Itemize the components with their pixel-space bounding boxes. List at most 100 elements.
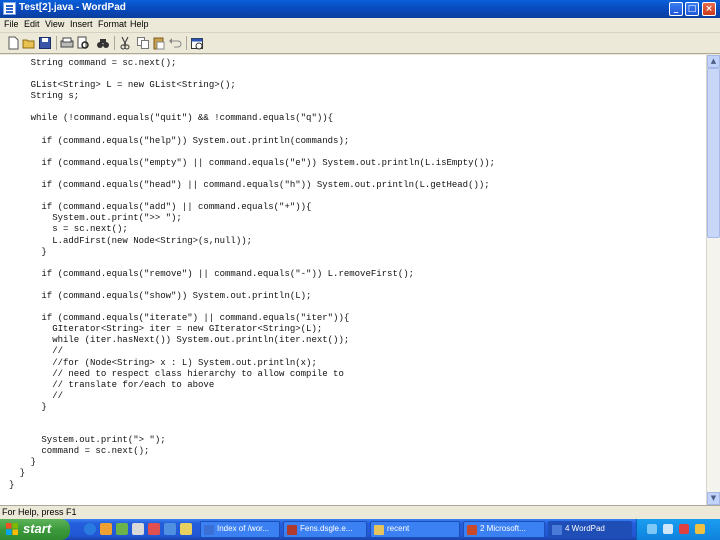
code-line[interactable] xyxy=(9,69,495,80)
code-line[interactable] xyxy=(9,302,495,313)
code-line[interactable]: // translate for/each to above xyxy=(9,380,495,391)
print-preview-icon[interactable] xyxy=(76,36,90,50)
code-line[interactable]: while (!command.equals("quit") && !comma… xyxy=(9,113,495,124)
task-label: 4 WordPad xyxy=(565,524,605,533)
start-label: start xyxy=(23,521,52,536)
windows-logo-icon xyxy=(6,523,18,535)
ie-quicklaunch-icon[interactable] xyxy=(84,523,96,535)
app-quicklaunch-icon[interactable] xyxy=(164,523,176,535)
volume-icon[interactable] xyxy=(663,524,673,534)
code-line[interactable]: // xyxy=(9,391,495,402)
code-line[interactable]: if (command.equals("empty") || command.e… xyxy=(9,158,495,169)
code-line[interactable]: GList<String> L = new GList<String>(); xyxy=(9,80,495,91)
code-line[interactable] xyxy=(9,102,495,113)
task-app-icon xyxy=(552,525,562,535)
document-area[interactable]: String command = sc.next(); GList<String… xyxy=(0,55,706,505)
code-line[interactable]: if (command.equals("remove") || command.… xyxy=(9,269,495,280)
print-icon[interactable] xyxy=(60,36,74,50)
save-icon[interactable] xyxy=(38,36,52,50)
task-app-icon xyxy=(204,525,214,535)
code-line[interactable]: while (iter.hasNext()) System.out.printl… xyxy=(9,335,495,346)
code-line[interactable]: if (command.equals("head") || command.eq… xyxy=(9,180,495,191)
vertical-scrollbar[interactable]: ▲ ▼ xyxy=(706,55,720,505)
code-line[interactable]: String s; xyxy=(9,91,495,102)
title-bar[interactable]: Test[2].java - WordPad _ □ × xyxy=(0,0,720,18)
task-app-icon xyxy=(287,525,297,535)
code-line[interactable] xyxy=(9,424,495,435)
cut-icon[interactable] xyxy=(118,36,132,50)
date-time-icon[interactable] xyxy=(190,36,204,50)
code-line[interactable] xyxy=(9,191,495,202)
menu-view[interactable]: View xyxy=(45,19,64,29)
status-text: For Help, press F1 xyxy=(2,507,77,517)
code-line[interactable]: GIterator<String> iter = new GIterator<S… xyxy=(9,324,495,335)
task-label: Index of /wor... xyxy=(217,524,270,533)
menu-file[interactable]: File xyxy=(4,19,19,29)
taskbar-button[interactable]: recent xyxy=(370,521,460,538)
task-app-icon xyxy=(374,525,384,535)
menu-insert[interactable]: Insert xyxy=(70,19,93,29)
task-label: recent xyxy=(387,524,410,533)
code-line[interactable]: L.addFirst(new Node<String>(s,null)); xyxy=(9,236,495,247)
menu-format[interactable]: Format xyxy=(98,19,127,29)
code-line[interactable] xyxy=(9,280,495,291)
taskbar-button[interactable]: Fens.dsgle.e... xyxy=(283,521,367,538)
scroll-down-arrow-icon[interactable]: ▼ xyxy=(707,492,720,505)
undo-icon[interactable] xyxy=(168,36,182,50)
code-line[interactable]: } xyxy=(9,468,495,479)
wordpad-icon[interactable] xyxy=(3,2,16,15)
taskbar-button[interactable]: 2 Microsoft... xyxy=(463,521,545,538)
code-line[interactable]: System.out.print(">> "); xyxy=(9,213,495,224)
scroll-thumb[interactable] xyxy=(707,68,720,238)
code-line[interactable]: } xyxy=(9,480,495,491)
scroll-up-arrow-icon[interactable]: ▲ xyxy=(707,55,720,68)
copy-icon[interactable] xyxy=(136,36,150,50)
code-line[interactable]: // xyxy=(9,346,495,357)
taskbar-button[interactable]: 4 WordPad xyxy=(548,521,632,538)
taskbar: start Index of /wor... Fens.dsgle.e... rec… xyxy=(0,519,720,540)
start-button[interactable]: start xyxy=(0,519,70,540)
code-line[interactable]: } xyxy=(9,402,495,413)
security-icon[interactable] xyxy=(679,524,689,534)
find-icon[interactable] xyxy=(96,36,110,50)
code-line[interactable]: // need to respect class hierarchy to al… xyxy=(9,369,495,380)
minimize-button[interactable]: _ xyxy=(669,2,683,16)
code-line[interactable]: if (command.equals("iterate") || command… xyxy=(9,313,495,324)
menu-edit[interactable]: Edit xyxy=(24,19,40,29)
code-line[interactable]: //for (Node<String> x : L) System.out.pr… xyxy=(9,358,495,369)
code-line[interactable]: s = sc.next(); xyxy=(9,224,495,235)
code-line[interactable]: if (command.equals("help")) System.out.p… xyxy=(9,136,495,147)
code-line[interactable] xyxy=(9,125,495,136)
paste-icon[interactable] xyxy=(152,36,166,50)
code-line[interactable]: System.out.print("> "); xyxy=(9,435,495,446)
new-icon[interactable] xyxy=(6,36,20,50)
code-line[interactable] xyxy=(9,413,495,424)
antivirus-icon[interactable] xyxy=(695,524,705,534)
code-line[interactable]: String command = sc.next(); xyxy=(9,58,495,69)
task-label: 2 Microsoft... xyxy=(480,524,526,533)
close-button[interactable]: × xyxy=(702,2,716,16)
desktop-quicklaunch-icon[interactable] xyxy=(116,523,128,535)
system-tray xyxy=(636,519,720,540)
explorer-quicklaunch-icon[interactable] xyxy=(132,523,144,535)
folder-quicklaunch-icon[interactable] xyxy=(180,523,192,535)
open-icon[interactable] xyxy=(22,36,36,50)
code-line[interactable]: } xyxy=(9,457,495,468)
code-line[interactable]: if (command.equals("show")) System.out.p… xyxy=(9,291,495,302)
toolbar xyxy=(0,33,720,54)
menu-bar: File Edit View Insert Format Help xyxy=(0,18,720,33)
outlook-quicklaunch-icon[interactable] xyxy=(100,523,112,535)
maximize-button[interactable]: □ xyxy=(685,2,699,16)
code-line[interactable]: if (command.equals("add") || command.equ… xyxy=(9,202,495,213)
media-quicklaunch-icon[interactable] xyxy=(148,523,160,535)
code-line[interactable] xyxy=(9,169,495,180)
code-line[interactable]: command = sc.next(); xyxy=(9,446,495,457)
code-line[interactable] xyxy=(9,258,495,269)
window-title: Test[2].java - WordPad xyxy=(19,2,126,13)
code-line[interactable] xyxy=(9,147,495,158)
document-text[interactable]: String command = sc.next(); GList<String… xyxy=(9,58,495,491)
menu-help[interactable]: Help xyxy=(130,19,149,29)
network-icon[interactable] xyxy=(647,524,657,534)
code-line[interactable]: } xyxy=(9,247,495,258)
taskbar-button[interactable]: Index of /wor... xyxy=(200,521,280,538)
